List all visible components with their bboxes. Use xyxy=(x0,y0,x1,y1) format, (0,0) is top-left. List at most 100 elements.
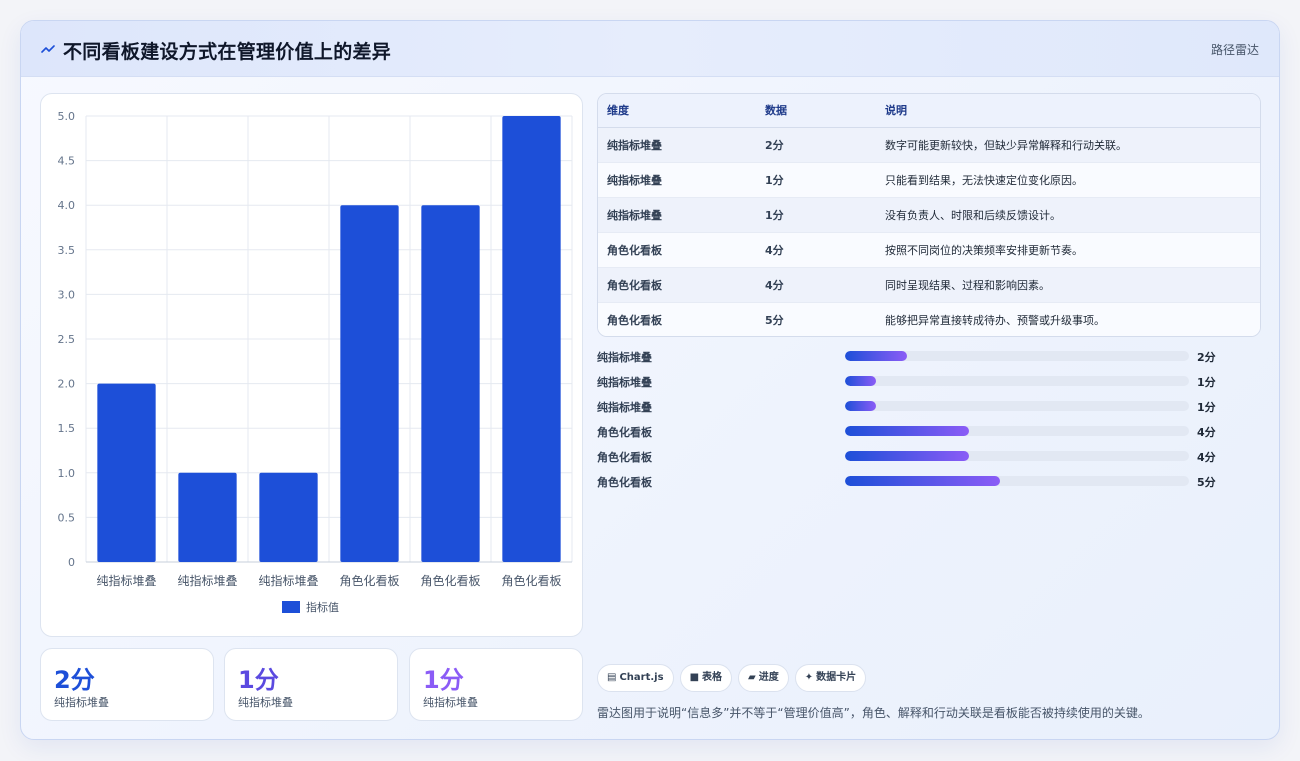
card-icon: ✦ xyxy=(804,672,814,683)
cell-data: 5分 xyxy=(756,301,876,336)
cell-data: 4分 xyxy=(756,231,876,267)
progress-track xyxy=(845,376,1189,386)
table-icon: ■ xyxy=(689,672,700,683)
legend-swatch xyxy=(282,601,300,613)
cell-dimension: 角色化看板 xyxy=(598,301,756,336)
y-tick-label: 0 xyxy=(68,556,75,569)
cell-description: 没有负责人、时限和后续反馈设计。 xyxy=(876,196,1260,232)
progress-label: 角色化看板 xyxy=(597,451,652,464)
progress-value: 5分 xyxy=(1197,476,1216,489)
chip-label: 进度 xyxy=(758,672,779,683)
progress-row: 纯指标堆叠 1分 xyxy=(597,398,1261,423)
bar xyxy=(502,116,561,562)
progress-value: 4分 xyxy=(1197,426,1216,439)
progress-value: 4分 xyxy=(1197,451,1216,464)
progress-fill xyxy=(845,401,876,411)
stat-value: 1分 xyxy=(238,666,279,694)
y-tick-label: 0.5 xyxy=(58,511,76,524)
stat-card-3: 1分 纯指标堆叠 xyxy=(409,648,583,721)
column-header: 数据 xyxy=(756,94,876,128)
progress-row: 角色化看板 4分 xyxy=(597,423,1261,448)
chip-progress[interactable]: ▰ 进度 xyxy=(738,664,789,692)
progress-track xyxy=(845,451,1189,461)
stat-label: 纯指标堆叠 xyxy=(54,696,109,709)
cell-description: 数字可能更新较快，但缺少异常解释和行动关联。 xyxy=(876,126,1260,162)
y-tick-label: 2.0 xyxy=(58,378,76,391)
cell-data: 1分 xyxy=(756,196,876,232)
x-tick-label: 纯指标堆叠 xyxy=(258,573,318,588)
progress-fill xyxy=(845,476,1000,486)
bar xyxy=(178,472,237,562)
feature-chips: ▤ Chart.js ■ 表格 ▰ 进度 ✦ 数据卡片 xyxy=(597,664,872,692)
data-table: 维度 数据 说明 纯指标堆叠 2分 数字可能更新较快，但缺少异常解释和行动关联。… xyxy=(598,94,1260,336)
progress-row: 角色化看板 4分 xyxy=(597,448,1261,473)
bar xyxy=(340,205,399,562)
cell-dimension: 角色化看板 xyxy=(598,231,756,267)
progress-fill xyxy=(845,351,907,361)
progress-track xyxy=(845,351,1189,361)
card-header: 不同看板建设方式在管理价值上的差异 路径雷达 xyxy=(21,21,1279,77)
cell-data: 1分 xyxy=(756,161,876,197)
table-header-row: 维度 数据 说明 xyxy=(598,94,1260,128)
stat-label: 纯指标堆叠 xyxy=(238,696,293,709)
stat-card-2: 1分 纯指标堆叠 xyxy=(224,648,398,721)
x-tick-label: 角色化看板 xyxy=(339,574,399,588)
y-tick-label: 3.5 xyxy=(58,244,76,257)
x-tick-label: 纯指标堆叠 xyxy=(177,573,237,588)
chip-chartjs[interactable]: ▤ Chart.js xyxy=(597,664,674,692)
progress-value: 2分 xyxy=(1197,351,1216,364)
table-row: 角色化看板 4分 同时呈现结果、过程和影响因素。 xyxy=(598,266,1260,302)
cell-dimension: 纯指标堆叠 xyxy=(598,161,756,197)
cell-dimension: 角色化看板 xyxy=(598,266,756,302)
y-tick-label: 3.0 xyxy=(58,288,76,301)
header-tag: 路径雷达 xyxy=(1210,43,1259,57)
footer-note: 雷达图用于说明“信息多”并不等于“管理价值高”，角色、解释和行动关联是看板能否被… xyxy=(597,706,1150,720)
progress-value: 1分 xyxy=(1197,376,1216,389)
table-row: 角色化看板 5分 能够把异常直接转成待办、预警或升级事项。 xyxy=(598,301,1260,336)
sparkline-icon xyxy=(41,45,55,53)
column-header: 维度 xyxy=(598,94,756,128)
stat-card-1: 2分 纯指标堆叠 xyxy=(40,648,214,721)
progress-track xyxy=(845,476,1189,486)
progress-icon: ▰ xyxy=(748,672,756,683)
cell-data: 2分 xyxy=(756,126,876,162)
dashboard-card: 不同看板建设方式在管理价值上的差异 路径雷达 0 0.5 1.0 1.5 2.0 2.5 3… xyxy=(20,20,1280,740)
data-table-panel: 维度 数据 说明 纯指标堆叠 2分 数字可能更新较快，但缺少异常解释和行动关联。… xyxy=(597,93,1261,337)
progress-label: 纯指标堆叠 xyxy=(597,351,652,364)
y-tick-label: 4.0 xyxy=(58,199,76,212)
cell-data: 4分 xyxy=(756,266,876,302)
cell-dimension: 纯指标堆叠 xyxy=(598,126,756,162)
bar xyxy=(421,205,480,562)
stat-label: 纯指标堆叠 xyxy=(423,696,478,709)
x-tick-label: 纯指标堆叠 xyxy=(96,573,156,588)
bar-chart-panel: 0 0.5 1.0 1.5 2.0 2.5 3.0 3.5 4.0 4.5 5.0 纯指标堆叠 纯指标堆… xyxy=(40,93,583,637)
page-title: 不同看板建设方式在管理价值上的差异 xyxy=(63,41,392,63)
y-tick-label: 1.0 xyxy=(58,467,76,480)
chip-label: Chart.js xyxy=(619,672,664,683)
progress-label: 角色化看板 xyxy=(597,476,652,489)
chip-table[interactable]: ■ 表格 xyxy=(679,664,733,692)
progress-fill xyxy=(845,451,969,461)
cell-description: 只能看到结果，无法快速定位变化原因。 xyxy=(876,161,1260,197)
progress-value: 1分 xyxy=(1197,401,1216,414)
cell-description: 能够把异常直接转成待办、预警或升级事项。 xyxy=(876,301,1260,336)
y-tick-label: 5.0 xyxy=(58,110,76,123)
x-tick-label: 角色化看板 xyxy=(501,574,561,588)
chip-data-card[interactable]: ✦ 数据卡片 xyxy=(794,664,867,692)
table-row: 纯指标堆叠 2分 数字可能更新较快，但缺少异常解释和行动关联。 xyxy=(598,126,1260,162)
bar-chart: 0 0.5 1.0 1.5 2.0 2.5 3.0 3.5 4.0 4.5 5.0 纯指标堆叠 纯指标堆… xyxy=(58,110,573,614)
chart-icon: ▤ xyxy=(607,672,617,683)
progress-row: 纯指标堆叠 2分 xyxy=(597,348,1261,373)
y-tick-label: 2.5 xyxy=(58,333,76,346)
chip-label: 表格 xyxy=(702,672,723,683)
y-tick-label: 1.5 xyxy=(58,422,76,435)
legend-label: 指标值 xyxy=(306,600,339,614)
stat-value: 2分 xyxy=(54,666,95,694)
x-tick-label: 角色化看板 xyxy=(420,574,480,588)
progress-fill xyxy=(845,376,876,386)
chip-label: 数据卡片 xyxy=(816,672,857,683)
table-row: 纯指标堆叠 1分 没有负责人、时限和后续反馈设计。 xyxy=(598,196,1260,232)
progress-row: 纯指标堆叠 1分 xyxy=(597,373,1261,398)
column-header: 说明 xyxy=(876,94,1260,128)
progress-label: 纯指标堆叠 xyxy=(597,401,652,414)
